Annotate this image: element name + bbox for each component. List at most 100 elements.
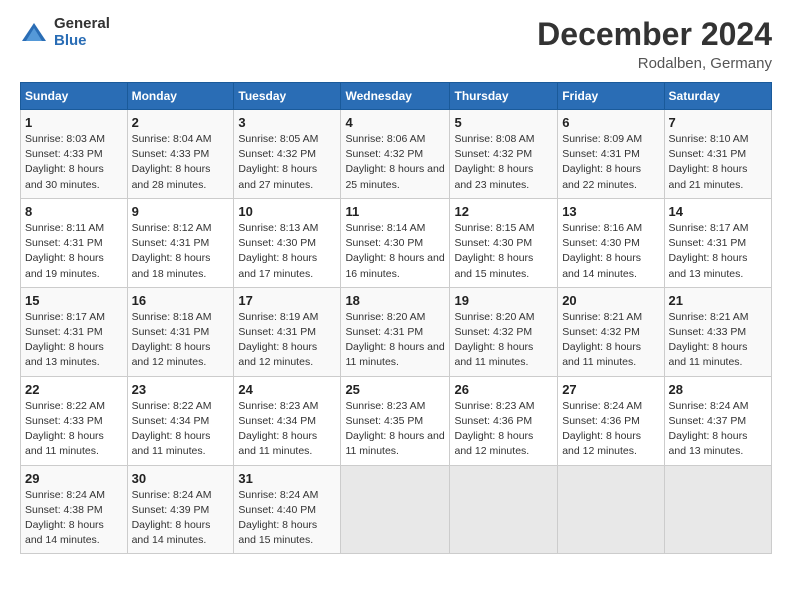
calendar-cell: 1 Sunrise: 8:03 AMSunset: 4:33 PMDaylight… (21, 110, 128, 199)
day-number: 30 (132, 471, 230, 486)
logo: General Blue (20, 16, 110, 49)
calendar-cell: 4Sunrise: 8:06 AMSunset: 4:32 PMDaylight… (341, 110, 450, 199)
day-detail: Sunrise: 8:16 AMSunset: 4:30 PMDaylight:… (562, 222, 642, 280)
calendar-cell: 25 Sunrise: 8:23 AMSunset: 4:35 PMDayligh… (341, 376, 450, 465)
calendar-cell: 20 Sunrise: 8:21 AMSunset: 4:32 PMDayligh… (558, 287, 664, 376)
day-detail: Sunrise: 8:24 AMSunset: 4:37 PMDaylight:… (669, 400, 749, 458)
logo-general-text: General (54, 16, 110, 33)
week-row-5: 29 Sunrise: 8:24 AMSunset: 4:38 PMDayligh… (21, 465, 772, 554)
day-number: 3 (238, 115, 336, 130)
logo-text: General Blue (54, 16, 110, 49)
day-number: 25 (345, 382, 445, 397)
day-number: 11 (345, 204, 445, 219)
day-detail: Sunrise: 8:08 AMSunset: 4:32 PMDaylight:… (454, 133, 534, 191)
calendar-cell: 26 Sunrise: 8:23 AMSunset: 4:36 PMDayligh… (450, 376, 558, 465)
day-detail: Sunrise: 8:22 AMSunset: 4:33 PMDaylight:… (25, 400, 105, 458)
calendar-cell: 12 Sunrise: 8:15 AMSunset: 4:30 PMDayligh… (450, 198, 558, 287)
calendar-cell: 24Sunrise: 8:23 AMSunset: 4:34 PMDayligh… (234, 376, 341, 465)
day-detail: Sunrise: 8:17 AMSunset: 4:31 PMDaylight:… (669, 222, 749, 280)
day-number: 13 (562, 204, 659, 219)
day-detail: Sunrise: 8:05 AMSunset: 4:32 PMDaylight:… (238, 133, 318, 191)
calendar-cell (450, 465, 558, 554)
weekday-row: SundayMondayTuesdayWednesdayThursdayFrid… (21, 83, 772, 110)
day-detail: Sunrise: 8:23 AMSunset: 4:35 PMDaylight:… (345, 400, 444, 458)
day-number: 15 (25, 293, 123, 308)
day-detail: Sunrise: 8:22 AMSunset: 4:34 PMDaylight:… (132, 400, 212, 458)
day-number: 20 (562, 293, 659, 308)
day-detail: Sunrise: 8:15 AMSunset: 4:30 PMDaylight:… (454, 222, 534, 280)
calendar-cell: 7 Sunrise: 8:10 AMSunset: 4:31 PMDaylight… (664, 110, 771, 199)
weekday-header-tuesday: Tuesday (234, 83, 341, 110)
logo-blue-text: Blue (54, 33, 110, 50)
calendar-cell: 29 Sunrise: 8:24 AMSunset: 4:38 PMDayligh… (21, 465, 128, 554)
day-number: 5 (454, 115, 553, 130)
calendar-cell: 27Sunrise: 8:24 AMSunset: 4:36 PMDayligh… (558, 376, 664, 465)
day-number: 21 (669, 293, 767, 308)
calendar-cell: 9 Sunrise: 8:12 AMSunset: 4:31 PMDaylight… (127, 198, 234, 287)
calendar-cell: 22 Sunrise: 8:22 AMSunset: 4:33 PMDayligh… (21, 376, 128, 465)
day-detail: Sunrise: 8:24 AMSunset: 4:39 PMDaylight:… (132, 489, 212, 547)
day-detail: Sunrise: 8:12 AMSunset: 4:31 PMDaylight:… (132, 222, 212, 280)
week-row-3: 15 Sunrise: 8:17 AMSunset: 4:31 PMDayligh… (21, 287, 772, 376)
day-number: 1 (25, 115, 123, 130)
day-detail: Sunrise: 8:21 AMSunset: 4:32 PMDaylight:… (562, 311, 642, 369)
calendar-cell: 28Sunrise: 8:24 AMSunset: 4:37 PMDayligh… (664, 376, 771, 465)
day-detail: Sunrise: 8:03 AMSunset: 4:33 PMDaylight:… (25, 133, 105, 191)
calendar-cell (664, 465, 771, 554)
day-number: 18 (345, 293, 445, 308)
weekday-header-saturday: Saturday (664, 83, 771, 110)
calendar-cell: 16 Sunrise: 8:18 AMSunset: 4:31 PMDayligh… (127, 287, 234, 376)
day-number: 16 (132, 293, 230, 308)
calendar-body: 1 Sunrise: 8:03 AMSunset: 4:33 PMDaylight… (21, 110, 772, 554)
day-number: 4 (345, 115, 445, 130)
header: General Blue December 2024 Rodalben, Ger… (20, 16, 772, 72)
day-number: 7 (669, 115, 767, 130)
day-number: 19 (454, 293, 553, 308)
calendar-cell: 5 Sunrise: 8:08 AMSunset: 4:32 PMDaylight… (450, 110, 558, 199)
calendar-cell: 13 Sunrise: 8:16 AMSunset: 4:30 PMDayligh… (558, 198, 664, 287)
day-detail: Sunrise: 8:17 AMSunset: 4:31 PMDaylight:… (25, 311, 105, 369)
day-detail: Sunrise: 8:21 AMSunset: 4:33 PMDaylight:… (669, 311, 749, 369)
weekday-header-wednesday: Wednesday (341, 83, 450, 110)
day-detail: Sunrise: 8:20 AMSunset: 4:31 PMDaylight:… (345, 311, 444, 369)
day-detail: Sunrise: 8:24 AMSunset: 4:36 PMDaylight:… (562, 400, 642, 458)
logo-icon (20, 19, 48, 47)
calendar-cell: 11 Sunrise: 8:14 AMSunset: 4:30 PMDayligh… (341, 198, 450, 287)
day-detail: Sunrise: 8:11 AMSunset: 4:31 PMDaylight:… (25, 222, 104, 280)
day-detail: Sunrise: 8:23 AMSunset: 4:36 PMDaylight:… (454, 400, 534, 458)
day-detail: Sunrise: 8:24 AMSunset: 4:38 PMDaylight:… (25, 489, 105, 547)
day-detail: Sunrise: 8:24 AMSunset: 4:40 PMDaylight:… (238, 489, 318, 547)
calendar-cell: 14 Sunrise: 8:17 AMSunset: 4:31 PMDayligh… (664, 198, 771, 287)
day-detail: Sunrise: 8:23 AMSunset: 4:34 PMDaylight:… (238, 400, 318, 458)
day-number: 17 (238, 293, 336, 308)
calendar-cell: 6Sunrise: 8:09 AMSunset: 4:31 PMDaylight… (558, 110, 664, 199)
day-number: 14 (669, 204, 767, 219)
day-number: 9 (132, 204, 230, 219)
day-detail: Sunrise: 8:14 AMSunset: 4:30 PMDaylight:… (345, 222, 444, 280)
day-number: 10 (238, 204, 336, 219)
location: Rodalben, Germany (537, 55, 772, 72)
calendar-cell: 8Sunrise: 8:11 AMSunset: 4:31 PMDaylight… (21, 198, 128, 287)
calendar-cell: 3 Sunrise: 8:05 AMSunset: 4:32 PMDaylight… (234, 110, 341, 199)
calendar-cell: 15 Sunrise: 8:17 AMSunset: 4:31 PMDayligh… (21, 287, 128, 376)
day-number: 26 (454, 382, 553, 397)
weekday-header-monday: Monday (127, 83, 234, 110)
month-title: December 2024 (537, 16, 772, 53)
day-number: 29 (25, 471, 123, 486)
day-number: 6 (562, 115, 659, 130)
calendar-header: SundayMondayTuesdayWednesdayThursdayFrid… (21, 83, 772, 110)
calendar-cell (558, 465, 664, 554)
week-row-4: 22 Sunrise: 8:22 AMSunset: 4:33 PMDayligh… (21, 376, 772, 465)
day-detail: Sunrise: 8:13 AMSunset: 4:30 PMDaylight:… (238, 222, 318, 280)
day-number: 31 (238, 471, 336, 486)
calendar-cell: 18 Sunrise: 8:20 AMSunset: 4:31 PMDayligh… (341, 287, 450, 376)
day-detail: Sunrise: 8:10 AMSunset: 4:31 PMDaylight:… (669, 133, 749, 191)
day-detail: Sunrise: 8:18 AMSunset: 4:31 PMDaylight:… (132, 311, 212, 369)
calendar-cell: 23 Sunrise: 8:22 AMSunset: 4:34 PMDayligh… (127, 376, 234, 465)
day-number: 22 (25, 382, 123, 397)
day-number: 12 (454, 204, 553, 219)
weekday-header-thursday: Thursday (450, 83, 558, 110)
calendar-cell: 2Sunrise: 8:04 AMSunset: 4:33 PMDaylight… (127, 110, 234, 199)
day-number: 23 (132, 382, 230, 397)
day-number: 2 (132, 115, 230, 130)
